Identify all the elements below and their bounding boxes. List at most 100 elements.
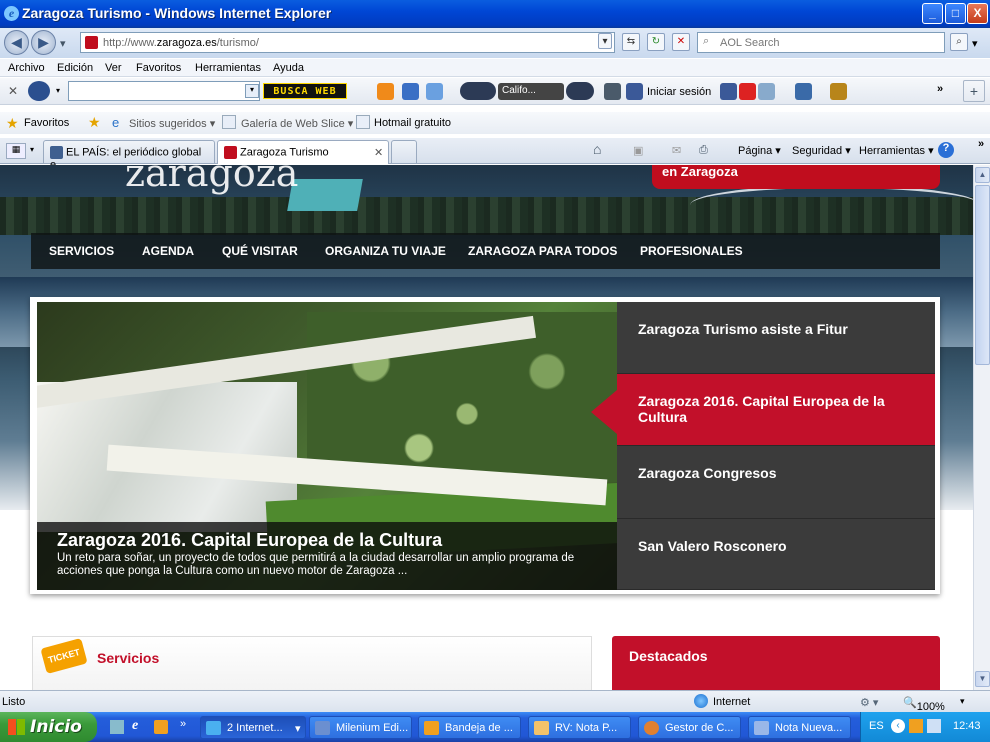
menu-herramientas[interactable]: Herramientas: [195, 62, 261, 74]
nav-que-visitar[interactable]: QUÉ VISITAR: [222, 244, 298, 258]
new-tab-button[interactable]: [391, 140, 417, 163]
tab-el-pais[interactable]: EL PAÍS: el periódico global e...: [43, 140, 215, 171]
nav-profesionales[interactable]: PROFESIONALES: [640, 244, 743, 258]
menu-favoritos[interactable]: Favoritos: [136, 62, 181, 74]
scroll-thumb[interactable]: [975, 185, 990, 365]
tab-close-icon[interactable]: ✕: [374, 146, 383, 159]
security-zone[interactable]: Internet: [713, 696, 750, 708]
quicklaunch-desktop-icon[interactable]: [110, 720, 124, 734]
quicklaunch-ie-icon[interactable]: e: [132, 718, 138, 734]
media-controls-icon[interactable]: [460, 82, 496, 100]
seguridad-menu[interactable]: Seguridad ▾: [792, 144, 851, 157]
close-button[interactable]: X: [967, 3, 988, 24]
toolbar-logo-dropdown-icon[interactable]: ▾: [56, 86, 60, 95]
facebook-icon[interactable]: [626, 83, 643, 100]
task-bandeja[interactable]: Bandeja de ...: [418, 716, 521, 739]
language-indicator[interactable]: ES: [869, 720, 884, 732]
pagina-menu[interactable]: Página ▾: [738, 144, 781, 157]
scroll-down-icon[interactable]: ▼: [975, 671, 990, 687]
stop-icon[interactable]: ✕: [672, 33, 690, 51]
fav-galeria-web-slice[interactable]: Galería de Web Slice ▾: [241, 117, 353, 130]
zoom-dropdown-icon[interactable]: ▾: [960, 696, 965, 707]
tray-app-icon[interactable]: [909, 719, 923, 733]
address-bar[interactable]: http://www.zaragoza.es/turismo/: [80, 32, 615, 53]
nav-zaragoza-para-todos[interactable]: ZARAGOZA PARA TODOS: [468, 244, 617, 258]
toolbar-more-icon[interactable]: »: [937, 83, 943, 95]
game-icon[interactable]: [402, 83, 419, 100]
window-icon[interactable]: [795, 83, 812, 100]
quicklaunch-more-icon[interactable]: »: [180, 718, 186, 730]
forward-button[interactable]: ▶: [31, 30, 56, 55]
volume-icon[interactable]: [566, 82, 594, 100]
tray-expand-icon[interactable]: ‹: [891, 719, 905, 733]
slider-item-capital-cultura[interactable]: Zaragoza 2016. Capital Europea de la Cul…: [591, 374, 935, 446]
nav-organiza-tu-viaje[interactable]: ORGANIZA TU VIAJE: [325, 244, 446, 258]
home-icon[interactable]: ⌂: [593, 141, 601, 157]
start-button[interactable]: Inicio: [0, 712, 97, 742]
address-dropdown-icon[interactable]: ▾: [598, 33, 612, 49]
menu-archivo[interactable]: Archivo: [8, 62, 45, 74]
slider-item-congresos[interactable]: Zaragoza Congresos: [617, 446, 935, 519]
task-gestor[interactable]: Gestor de C...: [638, 716, 741, 739]
busca-web-button[interactable]: BUSCA WEB: [263, 83, 347, 99]
slide-caption[interactable]: Zaragoza 2016. Capital Europea de la Cul…: [37, 522, 617, 590]
menu-ayuda[interactable]: Ayuda: [273, 62, 304, 74]
add-toolbar-icon[interactable]: +: [963, 80, 985, 102]
task-milenium[interactable]: Milenium Edi...: [309, 716, 412, 739]
task-nota-nueva[interactable]: Nota Nueva...: [748, 716, 851, 739]
slide-image[interactable]: Zaragoza 2016. Capital Europea de la Cul…: [37, 302, 617, 590]
refresh-icon[interactable]: ↻: [647, 33, 665, 51]
protected-mode-icon[interactable]: ⚙ ▾: [860, 696, 878, 709]
tab-zaragoza-turismo[interactable]: Zaragoza Turismo ✕: [217, 140, 389, 164]
radio-station-select[interactable]: Califo...: [498, 83, 564, 100]
mail-icon[interactable]: ✉: [672, 144, 681, 157]
toolbar-search-dropdown-icon[interactable]: ▾: [245, 84, 259, 98]
search-button[interactable]: ⌕: [950, 33, 968, 51]
fav-hotmail[interactable]: Hotmail gratuito: [374, 117, 451, 129]
photo-icon[interactable]: [604, 83, 621, 100]
clock[interactable]: 12:43: [953, 720, 981, 732]
weather-icon[interactable]: [426, 83, 443, 100]
add-icon[interactable]: [377, 83, 394, 100]
herramientas-menu[interactable]: Herramientas ▾: [859, 144, 934, 157]
quick-tabs-icon[interactable]: ▦: [6, 143, 26, 159]
minimize-button[interactable]: _: [922, 3, 943, 24]
messenger-icon[interactable]: [758, 83, 775, 100]
fav-sitios-sugeridos[interactable]: Sitios sugeridos ▾: [129, 117, 215, 130]
menu-ver[interactable]: Ver: [105, 62, 122, 74]
maximize-button[interactable]: □: [945, 3, 966, 24]
add-favorite-icon[interactable]: ★: [88, 114, 101, 131]
nav-agenda[interactable]: AGENDA: [142, 244, 194, 258]
print-icon[interactable]: ⎙: [699, 144, 708, 157]
back-button[interactable]: ◀: [4, 30, 29, 55]
task-rv-nota[interactable]: RV: Nota P...: [528, 716, 631, 739]
search-input[interactable]: ⌕ AOL Search: [697, 32, 945, 53]
help-icon[interactable]: ?: [938, 142, 954, 158]
slider-item-san-valero[interactable]: San Valero Rosconero: [617, 519, 935, 590]
nav-servicios[interactable]: SERVICIOS: [49, 244, 114, 258]
login-link[interactable]: Iniciar sesión: [647, 86, 711, 98]
feeds-icon[interactable]: ▣: [633, 144, 643, 157]
zoom-level[interactable]: 🔍 100%: [903, 696, 945, 713]
favorites-button[interactable]: Favoritos: [24, 117, 69, 129]
facebook-small-icon[interactable]: [720, 83, 737, 100]
quicklaunch-app-icon[interactable]: [154, 720, 168, 734]
nav-dropdown-icon[interactable]: ▾: [60, 37, 66, 50]
commands-more-icon[interactable]: »: [978, 138, 984, 150]
scroll-up-icon[interactable]: ▲: [975, 167, 990, 183]
servicios-title[interactable]: Servicios: [97, 650, 159, 666]
tab-list-dropdown-icon[interactable]: ▾: [30, 145, 34, 154]
compatibility-icon[interactable]: ⇆: [622, 33, 640, 51]
avatar-icon[interactable]: [830, 83, 847, 100]
slider-item-fitur[interactable]: Zaragoza Turismo asiste a Fitur: [617, 302, 935, 374]
youtube-icon[interactable]: [739, 83, 756, 100]
vertical-scrollbar[interactable]: ▲ ▼: [973, 165, 990, 690]
task-internet[interactable]: 2 Internet... ▾: [200, 716, 306, 739]
hero-promo-banner[interactable]: en Zaragoza: [652, 165, 940, 189]
site-logo[interactable]: zaragoza: [125, 165, 298, 195]
menu-edicion[interactable]: Edición: [57, 62, 93, 74]
tray-network-icon[interactable]: [927, 719, 941, 733]
toolbar-close-icon[interactable]: ✕: [8, 84, 18, 98]
destacados-title[interactable]: Destacados: [629, 648, 708, 664]
toolbar-search-input[interactable]: ▾: [68, 81, 260, 101]
